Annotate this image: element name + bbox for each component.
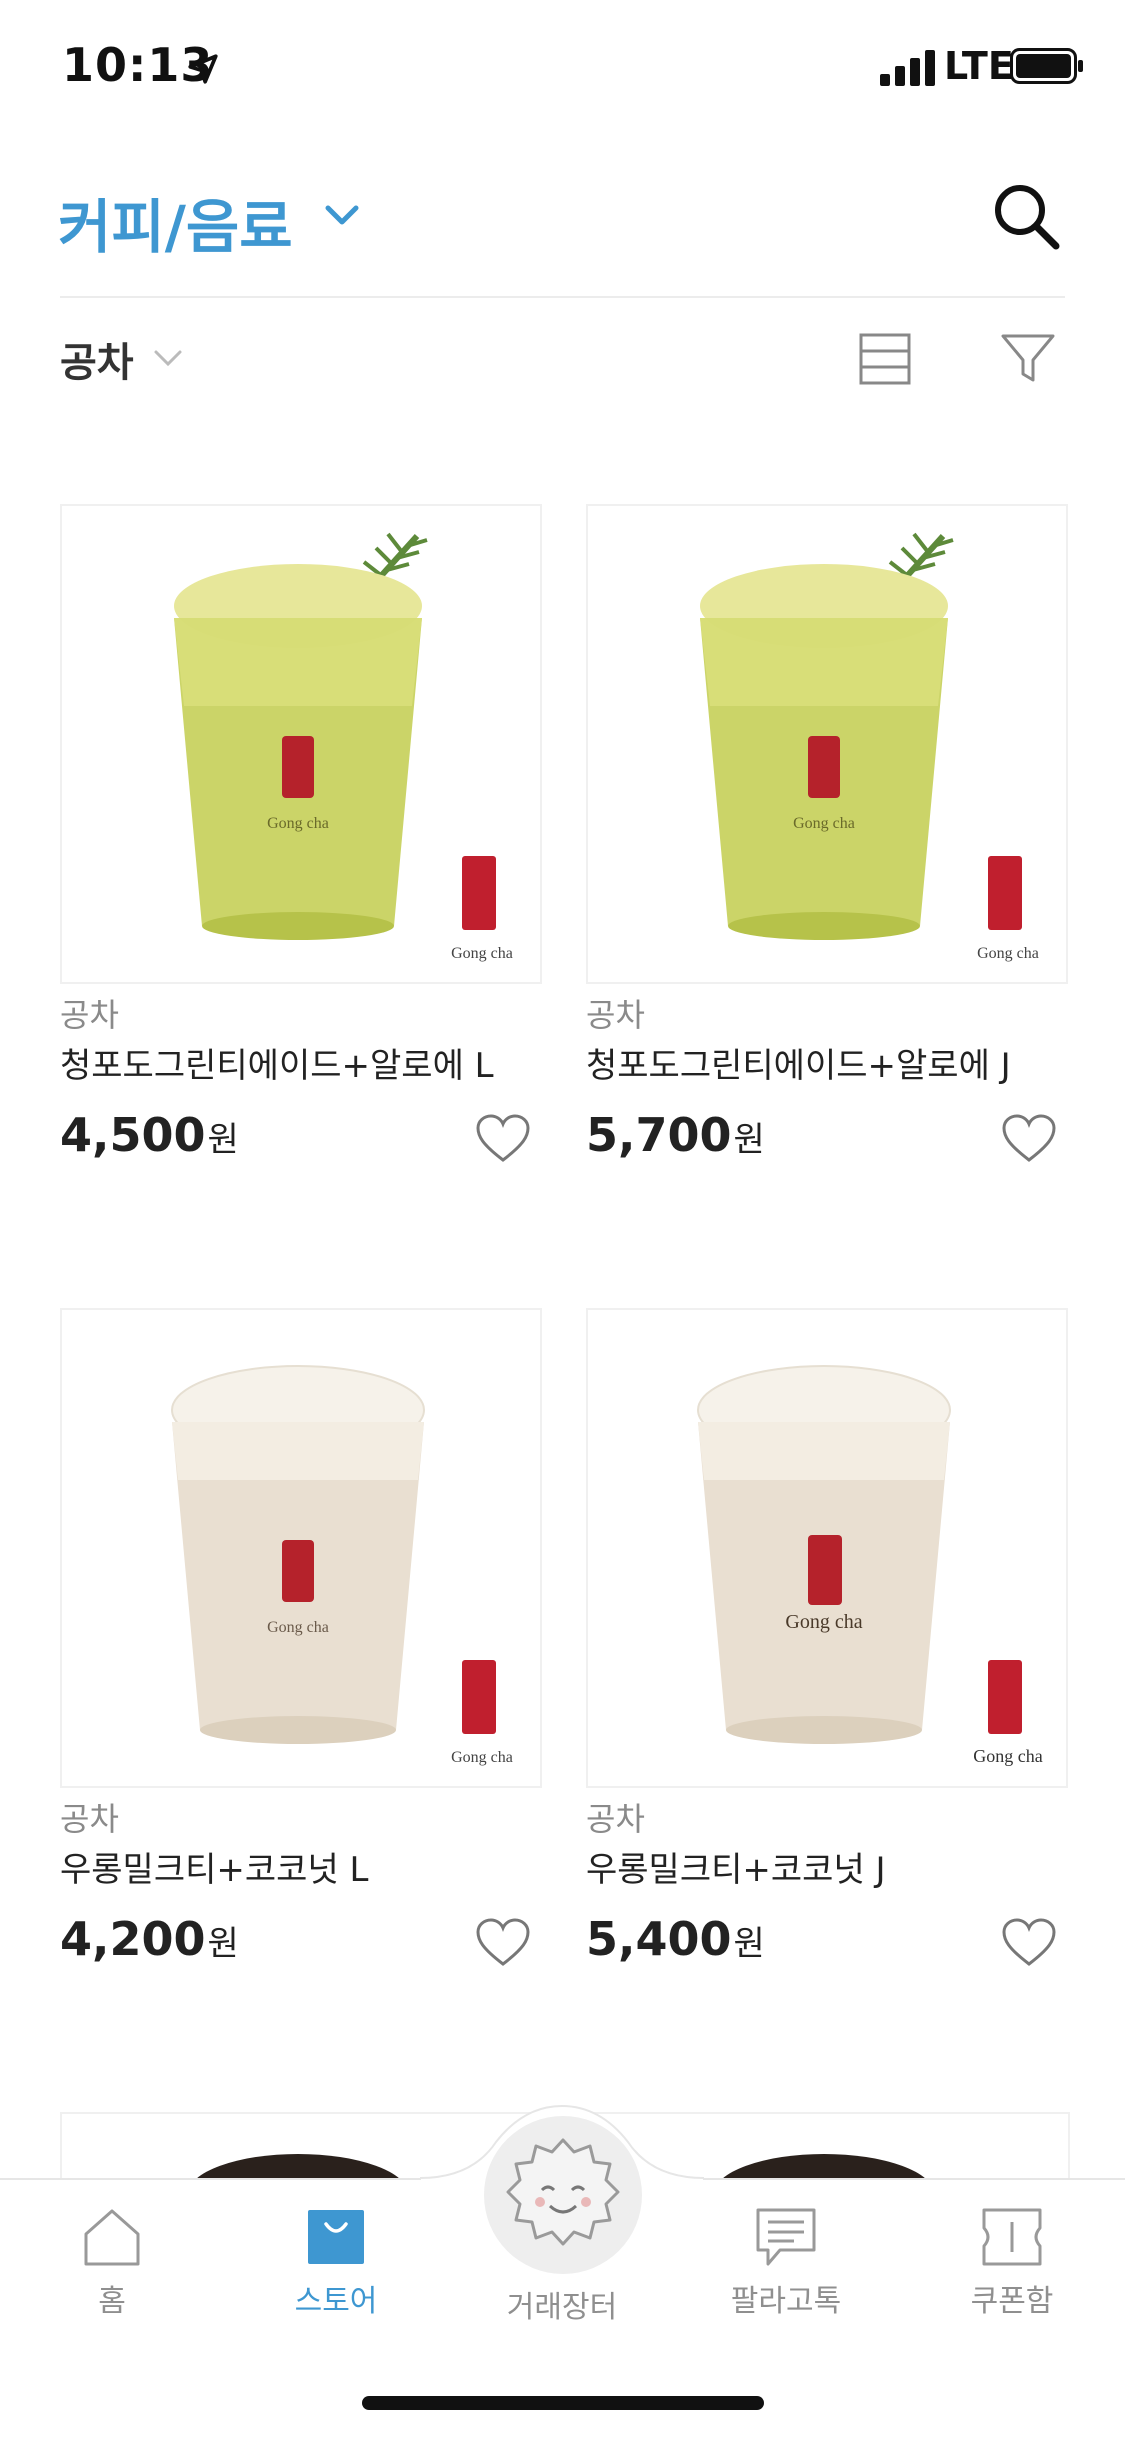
cup-logo-text: Gong cha <box>267 815 329 832</box>
chat-icon <box>756 2208 816 2266</box>
header-divider <box>60 296 1065 298</box>
tab-coupon[interactable]: 쿠폰함 <box>942 2206 1082 2320</box>
home-icon <box>84 2209 140 2266</box>
product-name: 우롱밀크티+코코넛 J <box>586 1850 886 1890</box>
gongcha-logo-text: Gong cha <box>451 1749 513 1766</box>
product-image[interactable]: Gong cha Gong cha <box>586 1308 1068 1788</box>
gongcha-logo-text: Gong cha <box>977 945 1039 962</box>
tab-store[interactable]: 스토어 <box>266 2206 406 2320</box>
heart-icon[interactable] <box>1002 1918 1056 1968</box>
battery-icon <box>1010 48 1083 84</box>
product-name: 우롱밀크티+코코넛 L <box>60 1850 369 1890</box>
gongcha-logo-text: Gong cha <box>451 945 513 962</box>
product-name: 청포도그린티에이드+알로에 L <box>60 1046 494 1086</box>
coupon-icon <box>982 2208 1042 2266</box>
tab-label: 스토어 <box>294 2284 378 2319</box>
product-brand: 공차 <box>586 1800 645 1838</box>
mascot-icon <box>506 2138 620 2246</box>
heart-icon[interactable] <box>1002 1114 1056 1164</box>
status-bar: 10:13 LTE <box>0 0 1125 140</box>
product-price: 4,500원 <box>60 1108 239 1162</box>
filter-row: 공차 <box>0 310 1125 410</box>
chevron-down-icon[interactable] <box>322 200 362 230</box>
product-image[interactable]: Gong cha Gong cha <box>60 1308 542 1788</box>
chevron-down-icon[interactable] <box>152 346 184 370</box>
search-icon[interactable] <box>990 180 1062 252</box>
category-title[interactable]: 커피/음료 <box>58 180 293 264</box>
tab-chat[interactable]: 팔라고톡 <box>716 2206 856 2320</box>
network-type: LTE <box>944 44 1014 88</box>
product-brand: 공차 <box>60 996 119 1034</box>
tab-label: 거래장터 <box>506 2290 618 2325</box>
list-view-icon[interactable] <box>858 332 912 386</box>
tab-home[interactable]: 홈 <box>42 2206 182 2320</box>
cup-logo-text: Gong cha <box>793 815 855 832</box>
tab-label: 쿠폰함 <box>970 2284 1054 2319</box>
tab-label: 팔라고톡 <box>730 2284 842 2319</box>
tab-market[interactable] <box>484 2116 642 2274</box>
product-image[interactable]: Gong cha Gong cha <box>60 504 542 984</box>
filter-icon[interactable] <box>1000 332 1056 386</box>
product-brand: 공차 <box>586 996 645 1034</box>
product-price: 5,700원 <box>586 1108 765 1162</box>
cup-logo-text: Gong cha <box>267 1619 329 1636</box>
product-price: 5,400원 <box>586 1912 765 1966</box>
store-bag-icon <box>308 2210 364 2264</box>
heart-icon[interactable] <box>476 1114 530 1164</box>
location-arrow-icon <box>188 54 218 84</box>
product-name: 청포도그린티에이드+알로에 J <box>586 1046 1011 1086</box>
signal-icon <box>880 50 935 86</box>
page-header: 커피/음료 <box>0 150 1125 300</box>
gongcha-logo-text: Gong cha <box>973 1746 1042 1766</box>
product-brand: 공차 <box>60 1800 119 1838</box>
home-indicator <box>362 2396 764 2410</box>
product-price: 4,200원 <box>60 1912 239 1966</box>
product-image[interactable]: Gong cha Gong cha <box>586 504 1068 984</box>
tab-label: 홈 <box>98 2284 126 2319</box>
heart-icon[interactable] <box>476 1918 530 1968</box>
cup-logo-text: Gong cha <box>785 1611 862 1633</box>
brand-filter-label[interactable]: 공차 <box>60 330 134 388</box>
